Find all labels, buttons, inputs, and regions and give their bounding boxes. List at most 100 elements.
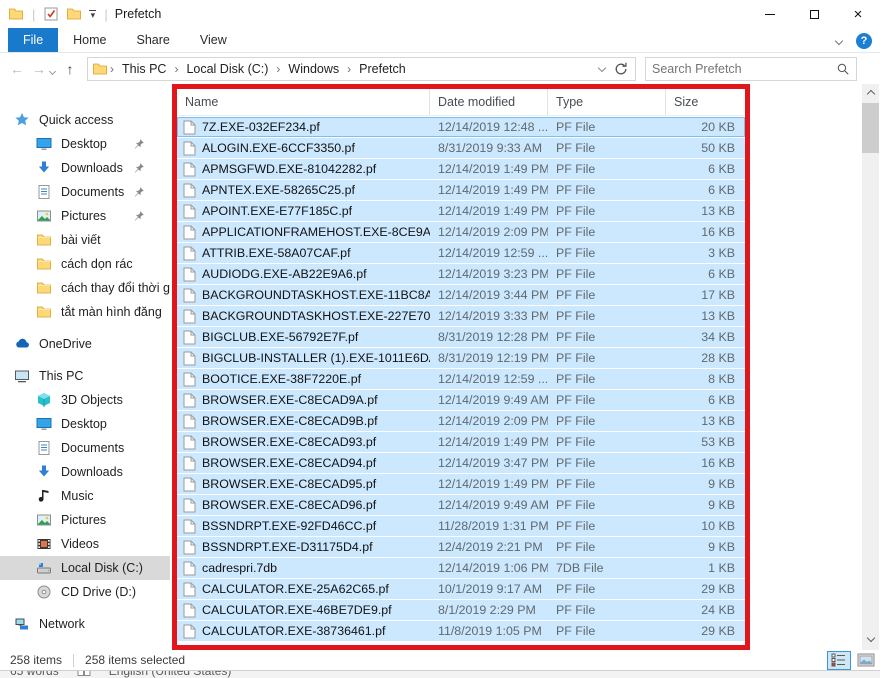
scroll-down-icon[interactable] [862, 631, 879, 648]
address-bar[interactable]: › This PC›Local Disk (C:)›Windows›Prefet… [87, 57, 636, 81]
file-row[interactable]: BOOTICE.EXE-38F7220E.pf12/14/2019 12:59 … [177, 369, 745, 389]
tab-share[interactable]: Share [122, 28, 185, 52]
background-app-strip[interactable]: 65 words English (United States) [0, 670, 880, 678]
file-row[interactable]: BROWSER.EXE-C8ECAD9B.pf12/14/2019 2:09 P… [177, 411, 745, 431]
tab-home[interactable]: Home [58, 28, 121, 52]
tab-file[interactable]: File [8, 28, 58, 52]
folder-small-icon[interactable] [8, 6, 24, 22]
folder-icon [36, 232, 52, 248]
file-row[interactable]: BIGCLUB-INSTALLER (1).EXE-1011E6DA.pf8/3… [177, 348, 745, 368]
breadcrumb-segment-prefetch[interactable]: Prefetch [353, 62, 412, 76]
file-row[interactable]: BSSNDRPT.EXE-D31175D4.pf12/4/2019 2:21 P… [177, 537, 745, 557]
maximize-button[interactable] [792, 0, 836, 28]
file-row[interactable]: cadrespri.7db12/14/2019 1:06 PM7DB File1… [177, 558, 745, 578]
file-row[interactable]: ALOGIN.EXE-6CCF3350.pf8/31/2019 9:33 AMP… [177, 138, 745, 158]
ribbon-expand-icon[interactable] [835, 36, 843, 44]
tab-view[interactable]: View [185, 28, 242, 52]
up-button[interactable]: ↑ [59, 61, 81, 77]
column-header-size[interactable]: Size [666, 89, 745, 115]
refresh-icon[interactable] [613, 61, 629, 77]
toolbar-separator: | [103, 7, 108, 22]
music-icon [36, 488, 52, 504]
customize-toolbar-dropdown-icon[interactable]: ▾ [89, 10, 96, 18]
details-view-button[interactable] [827, 651, 851, 670]
sidebar-item-downloads[interactable]: Downloads [0, 460, 170, 484]
file-name-cell: CALCULATOR.EXE-38736461.pf [177, 624, 430, 639]
drive-icon [36, 560, 52, 576]
sidebar-item-network[interactable]: Network [0, 612, 170, 636]
properties-check-icon[interactable] [43, 6, 59, 22]
file-row[interactable]: BIGCLUB.EXE-56792E7F.pf8/31/2019 12:28 P… [177, 327, 745, 347]
sidebar-item-c-ch-d-n-r-c[interactable]: cách dọn rác [0, 252, 170, 276]
sidebar-item-cd-drive-d[interactable]: CD Drive (D:) [0, 580, 170, 604]
sidebar-item-pictures[interactable]: Pictures [0, 508, 170, 532]
breadcrumb-segment-local-disk-c[interactable]: Local Disk (C:) [180, 62, 274, 76]
sidebar-item-downloads[interactable]: Downloads [0, 156, 170, 180]
file-row[interactable]: BROWSER.EXE-C8ECAD96.pf12/14/2019 9:49 A… [177, 495, 745, 515]
file-row[interactable]: ATTRIB.EXE-58A07CAF.pf12/14/2019 12:59 .… [177, 243, 745, 263]
sidebar-item-desktop[interactable]: Desktop [0, 412, 170, 436]
file-size-cell: 8 KB [666, 372, 745, 386]
sidebar-item-t-t-m-n-h-nh-ng[interactable]: tắt màn hình đăng [0, 300, 170, 324]
breadcrumb-segment-windows[interactable]: Windows [282, 62, 345, 76]
close-button[interactable]: × [836, 0, 880, 28]
recent-locations-icon[interactable] [50, 63, 55, 77]
sidebar-item-desktop[interactable]: Desktop [0, 132, 170, 156]
file-row[interactable]: BROWSER.EXE-C8ECAD95.pf12/14/2019 1:49 P… [177, 474, 745, 494]
file-row[interactable]: CALCULATOR.EXE-38736461.pf11/8/2019 1:05… [177, 621, 745, 641]
file-row[interactable]: APOINT.EXE-E77F185C.pf12/14/2019 1:49 PM… [177, 201, 745, 221]
sidebar-item-pictures[interactable]: Pictures [0, 204, 170, 228]
file-row[interactable]: APMSGFWD.EXE-81042282.pf12/14/2019 1:49 … [177, 159, 745, 179]
file-icon [183, 519, 196, 534]
thumbnail-view-button[interactable] [854, 651, 878, 670]
sidebar-item-videos[interactable]: Videos [0, 532, 170, 556]
scroll-up-icon[interactable] [862, 84, 879, 101]
sidebar-item-quick-access[interactable]: Quick access [0, 108, 170, 132]
file-row[interactable]: BROWSER.EXE-C8ECAD94.pf12/14/2019 3:47 P… [177, 453, 745, 473]
column-header-date-modified[interactable]: Date modified [430, 89, 548, 115]
file-icon [183, 288, 196, 303]
sidebar-item-this-pc[interactable]: This PC [0, 364, 170, 388]
file-row[interactable]: AUDIODG.EXE-AB22E9A6.pf12/14/2019 3:23 P… [177, 264, 745, 284]
sidebar-item-onedrive[interactable]: OneDrive [0, 332, 170, 356]
file-date-cell: 12/14/2019 1:06 PM [430, 561, 548, 575]
status-separator [73, 654, 74, 667]
sidebar-item-music[interactable]: Music [0, 484, 170, 508]
search-icon[interactable] [836, 62, 850, 76]
file-icon [183, 561, 196, 576]
file-name: APMSGFWD.EXE-81042282.pf [202, 162, 376, 176]
file-row[interactable]: BACKGROUNDTASKHOST.EXE-227E7019.pf12/14/… [177, 306, 745, 326]
scrollbar-thumb[interactable] [862, 103, 879, 153]
file-row[interactable]: APNTEX.EXE-58265C25.pf12/14/2019 1:49 PM… [177, 180, 745, 200]
file-row[interactable]: 7Z.EXE-032EF234.pf12/14/2019 12:48 ...PF… [177, 117, 745, 137]
help-icon[interactable]: ? [856, 33, 872, 49]
file-row[interactable]: BROWSER.EXE-C8ECAD9A.pf12/14/2019 9:49 A… [177, 390, 745, 410]
back-button[interactable]: ← [6, 61, 28, 77]
sidebar-item-local-disk-c[interactable]: Local Disk (C:) [0, 556, 170, 580]
file-row[interactable]: CALCULATOR.EXE-25A62C65.pf10/1/2019 9:17… [177, 579, 745, 599]
sidebar-item-b-i-vi-t[interactable]: bài viết [0, 228, 170, 252]
file-row[interactable]: CALCULATOR.EXE-46BE7DE9.pf8/1/2019 2:29 … [177, 600, 745, 620]
sidebar-item-documents[interactable]: Documents [0, 436, 170, 460]
address-dropdown-icon[interactable] [598, 63, 606, 71]
forward-button[interactable]: → [28, 61, 50, 77]
sidebar-item-label: Local Disk (C:) [61, 561, 143, 575]
column-header-type[interactable]: Type [548, 89, 666, 115]
sidebar-item-c-ch-thay-i-th-i-g[interactable]: cách thay đổi thời g [0, 276, 170, 300]
search-input[interactable] [652, 59, 836, 79]
file-row[interactable]: APPLICATIONFRAMEHOST.EXE-8CE9A1E...12/14… [177, 222, 745, 242]
new-folder-icon[interactable] [66, 6, 82, 22]
file-type-cell: PF File [548, 330, 666, 344]
file-row[interactable]: BSSNDRPT.EXE-92FD46CC.pf11/28/2019 1:31 … [177, 516, 745, 536]
file-icon [183, 330, 196, 345]
sidebar-item-3d-objects[interactable]: 3D Objects [0, 388, 170, 412]
file-row[interactable]: BACKGROUNDTASKHOST.EXE-11BC8A7A...12/14/… [177, 285, 745, 305]
breadcrumb-segment-this-pc[interactable]: This PC [116, 62, 172, 76]
file-icon [183, 540, 196, 555]
column-header-name[interactable]: Name [177, 89, 430, 115]
minimize-button[interactable] [748, 0, 792, 28]
file-type-cell: PF File [548, 225, 666, 239]
file-row[interactable]: BROWSER.EXE-C8ECAD93.pf12/14/2019 1:49 P… [177, 432, 745, 452]
vertical-scrollbar[interactable] [862, 84, 879, 650]
sidebar-item-documents[interactable]: Documents [0, 180, 170, 204]
